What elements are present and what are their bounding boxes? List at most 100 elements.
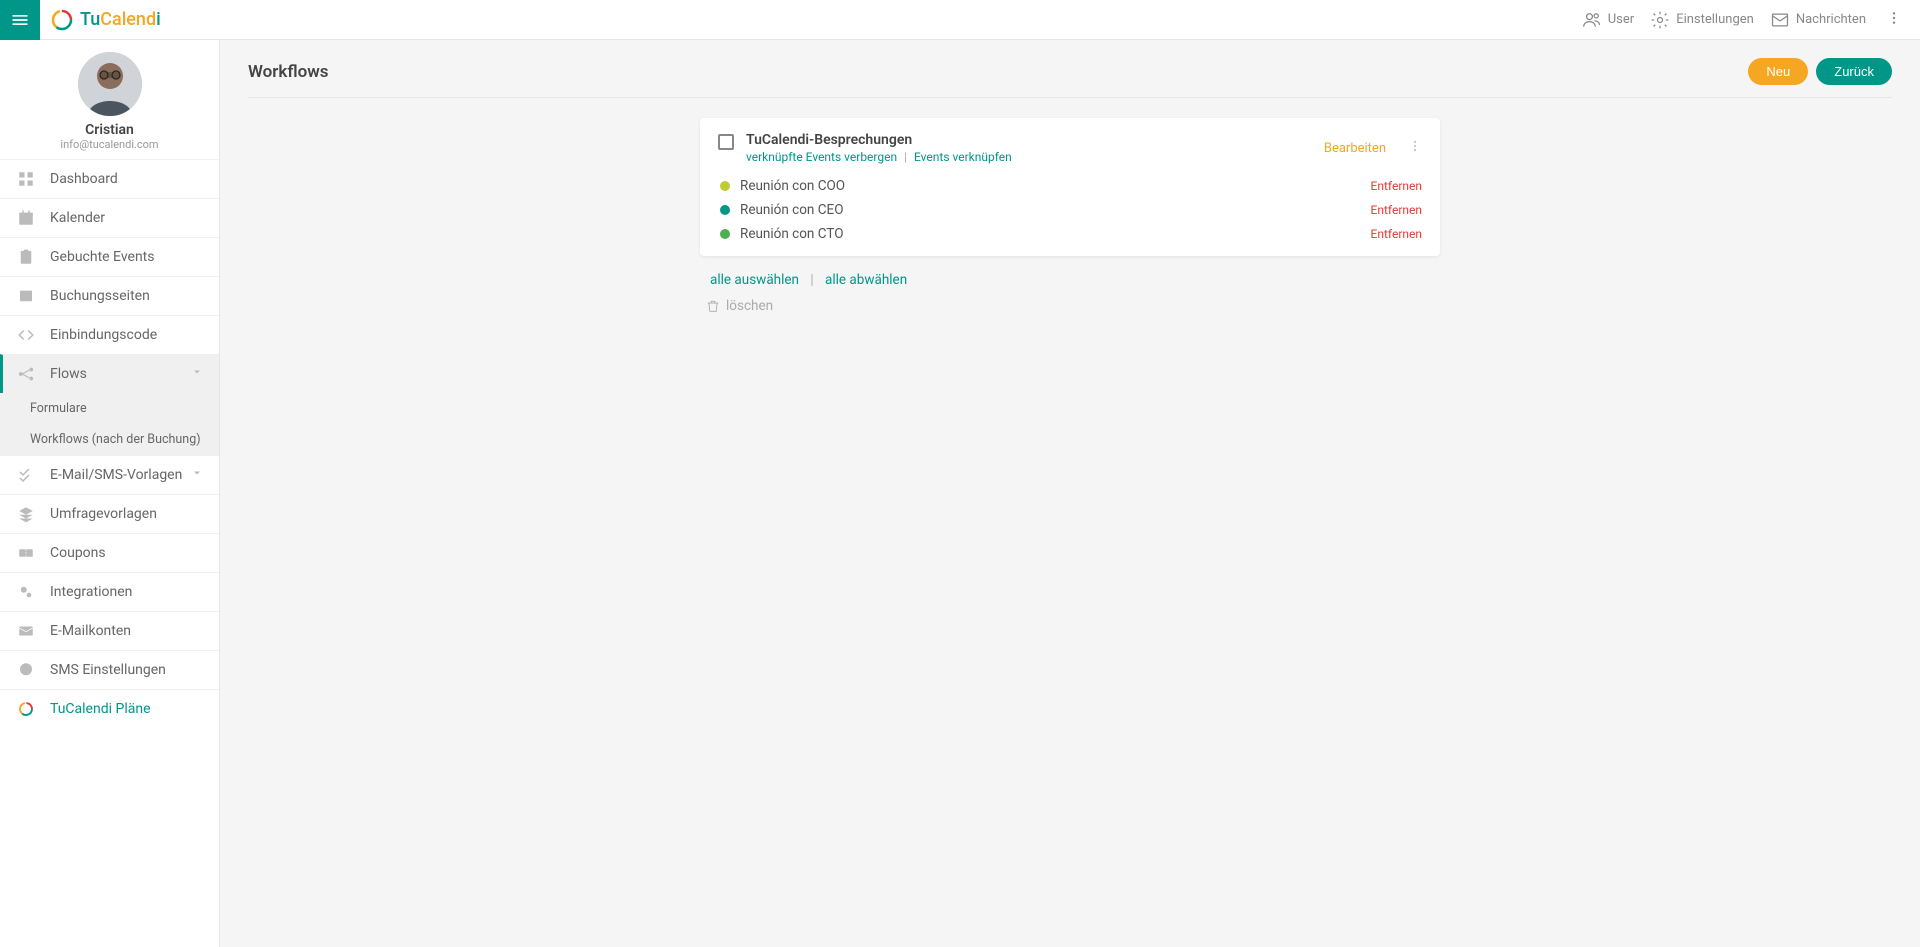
code-icon [16,326,36,344]
page-header: Workflows Neu Zurück [248,58,1892,98]
trash-icon [706,299,720,313]
nav-flows[interactable]: Flows [0,354,219,393]
nav-einbindungscode[interactable]: Einbindungscode [0,315,219,354]
avatar[interactable] [78,52,142,116]
topbar-kebab[interactable] [1882,10,1906,30]
nav-label: Kalender [50,210,105,226]
event-list: Reunión con COO Entfernen Reunión con CE… [718,174,1422,246]
sidebar-nav: Dashboard Kalender Gebuchte Events Buchu… [0,159,219,728]
event-color-dot [720,229,730,239]
nav-flows-subitems: Formulare Workflows (nach der Buchung) [0,393,219,455]
brand-logo-icon [50,8,74,32]
nav-flows-workflows[interactable]: Workflows (nach der Buchung) [0,424,219,455]
workflow-kebab[interactable] [1408,139,1422,157]
hamburger-icon [10,10,30,30]
event-name: Reunión con COO [740,178,1371,194]
nav-email-sms-vorlagen[interactable]: E-Mail/SMS-Vorlagen [0,455,219,494]
nav-label: Integrationen [50,584,132,600]
workflow-card-head: TuCalendi-Besprechungen verknüpfte Event… [718,132,1422,164]
workflow-card: TuCalendi-Besprechungen verknüpfte Event… [700,118,1440,256]
kebab-icon [1408,139,1422,153]
chat-icon [16,661,36,679]
event-name: Reunión con CTO [740,226,1371,242]
user-link-label: User [1608,12,1634,27]
layers-icon [16,505,36,523]
messages-link[interactable]: Nachrichten [1770,10,1866,30]
profile-name: Cristian [0,122,219,138]
event-remove-link[interactable]: Entfernen [1371,203,1422,217]
sidebar: Cristian info@tucalendi.com Dashboard Ka… [0,40,220,947]
nav-tucalendi-plaene[interactable]: TuCalendi Pläne [0,689,219,728]
nav-integrationen[interactable]: Integrationen [0,572,219,611]
nav-dashboard[interactable]: Dashboard [0,159,219,198]
ticket-icon [16,544,36,562]
workflow-title-block: TuCalendi-Besprechungen verknüpfte Event… [746,132,1312,164]
page-title: Workflows [248,62,329,82]
messages-link-label: Nachrichten [1796,12,1866,27]
event-row: Reunión con CTO Entfernen [720,222,1422,246]
user-link[interactable]: User [1582,10,1634,30]
page-icon [16,287,36,305]
new-button[interactable]: Neu [1748,58,1808,85]
event-row: Reunión con COO Entfernen [720,174,1422,198]
event-remove-link[interactable]: Entfernen [1371,179,1422,193]
event-remove-link[interactable]: Entfernen [1371,227,1422,241]
chevron-down-icon [191,467,203,483]
topbar-right: User Einstellungen Nachrichten [1582,10,1920,30]
nav-coupons[interactable]: Coupons [0,533,219,572]
settings-link-label: Einstellungen [1676,12,1754,27]
event-row: Reunión con CEO Entfernen [720,198,1422,222]
nav-flows-formulare[interactable]: Formulare [0,393,219,424]
grid-icon [16,170,36,188]
users-icon [1582,10,1602,30]
delete-label: löschen [726,298,773,314]
hide-linked-events-link[interactable]: verknüpfte Events verbergen [746,150,897,164]
nav-label: Umfragevorlagen [50,506,157,522]
topbar: TuCalendi User Einstellungen Nachrichten [0,0,1920,40]
nav-kalender[interactable]: Kalender [0,198,219,237]
edit-link[interactable]: Bearbeiten [1324,141,1386,156]
page-actions: Neu Zurück [1748,58,1892,85]
separator: | [810,272,813,288]
nav-umfragevorlagen[interactable]: Umfragevorlagen [0,494,219,533]
nav-label: E-Mail/SMS-Vorlagen [50,467,182,483]
nav-label: Gebuchte Events [50,249,155,265]
nav-emailkonten[interactable]: E-Mailkonten [0,611,219,650]
gear-icon [1650,10,1670,30]
deselect-all-link[interactable]: alle abwählen [825,272,907,288]
workflow-sublinks: verknüpfte Events verbergen | Events ver… [746,150,1312,164]
clipboard-icon [16,248,36,266]
event-color-dot [720,181,730,191]
event-name: Reunión con CEO [740,202,1371,218]
brand-logo-icon [16,700,36,718]
chevron-down-icon [191,366,203,382]
avatar-image [78,52,142,116]
nav-label: Coupons [50,545,106,561]
kebab-icon [1886,10,1902,26]
profile-email: info@tucalendi.com [0,138,219,151]
event-color-dot [720,205,730,215]
nav-buchungsseiten[interactable]: Buchungsseiten [0,276,219,315]
check-stack-icon [16,466,36,484]
gears-icon [16,583,36,601]
select-all-link[interactable]: alle auswählen [710,272,799,288]
back-button[interactable]: Zurück [1816,58,1892,85]
profile-block: Cristian info@tucalendi.com [0,40,219,159]
link-events-link[interactable]: Events verknüpfen [914,150,1012,164]
nav-gebuchte-events[interactable]: Gebuchte Events [0,237,219,276]
delete-selected[interactable]: löschen [700,298,1440,314]
nav-label: TuCalendi Pläne [50,701,151,717]
bulk-actions: alle auswählen | alle abwählen [700,272,1440,288]
nav-sms-einstellungen[interactable]: SMS Einstellungen [0,650,219,689]
hamburger-menu-button[interactable] [0,0,40,40]
workflow-checkbox[interactable] [718,134,734,150]
flow-icon [16,365,36,383]
workflow-title: TuCalendi-Besprechungen [746,132,1312,148]
brand-text: TuCalendi [80,9,161,30]
brand[interactable]: TuCalendi [40,8,161,32]
separator: | [904,150,907,164]
nav-label: Flows [50,366,87,382]
envelope-icon [1770,10,1790,30]
nav-label: Dashboard [50,171,118,187]
settings-link[interactable]: Einstellungen [1650,10,1754,30]
